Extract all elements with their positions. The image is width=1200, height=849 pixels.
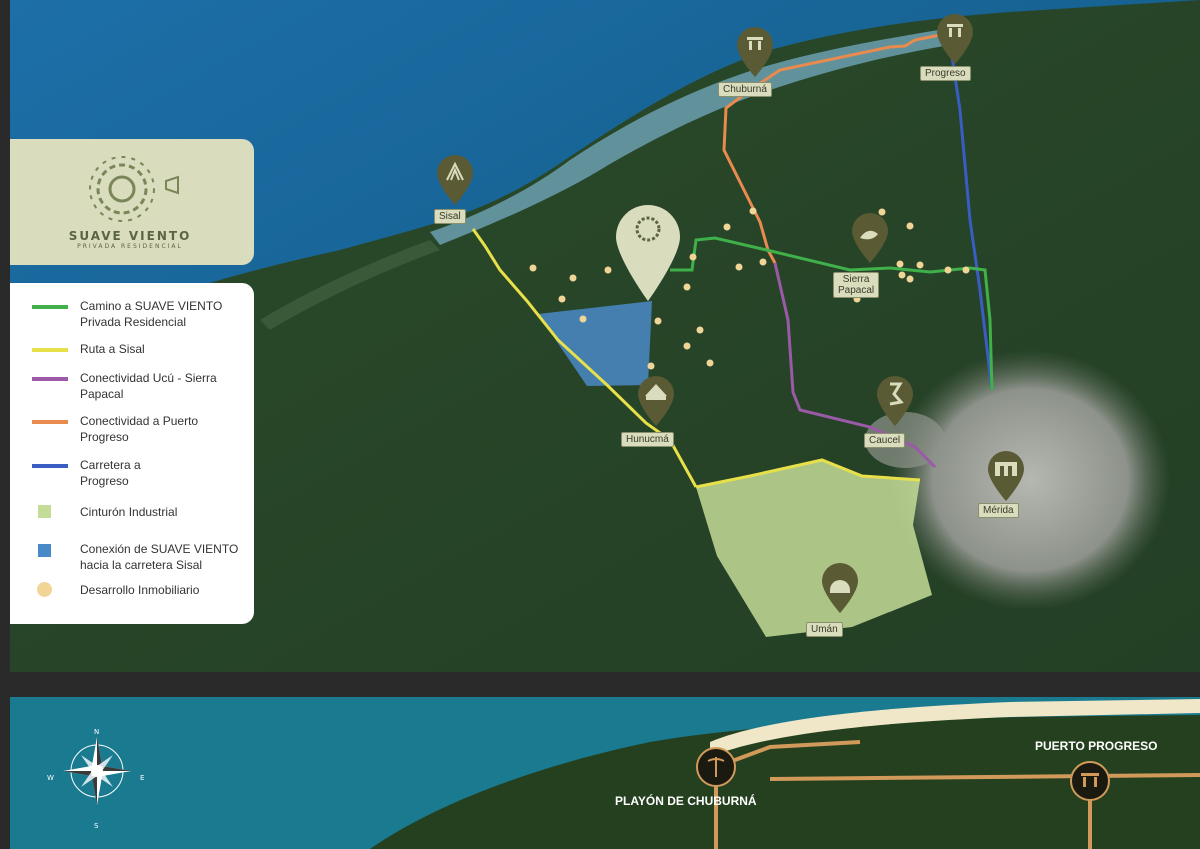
label-uman: Umán <box>806 622 843 637</box>
compass-south: S <box>94 822 99 830</box>
label-puerto-progreso: PUERTO PROGRESO <box>1035 739 1158 753</box>
label-progreso: Progreso <box>920 66 971 81</box>
legend-swatch <box>37 582 52 597</box>
label-chuburna: Chuburná <box>718 82 772 97</box>
illustrated-pin-puerto <box>1070 761 1110 801</box>
brand-card: SUAVE VIENTO PRIVADA RESIDENCIAL <box>10 139 254 265</box>
label-hunucma: Hunucmá <box>621 432 674 447</box>
label-playon-chuburna: PLAYÓN DE CHUBURNÁ <box>615 794 757 808</box>
legend-swatch <box>32 420 68 424</box>
compass-east: E <box>140 774 145 782</box>
legend-label: Conexión de SUAVE VIENTO hacia la carret… <box>80 542 239 572</box>
legend-label: Camino a SUAVE VIENTO Privada Residencia… <box>80 299 223 329</box>
label-caucel: Caucel <box>864 433 906 448</box>
legend-swatch <box>32 464 68 468</box>
legend-label: Desarrollo Inmobiliario <box>80 583 200 597</box>
brand-logo-icon <box>89 156 179 222</box>
compass-north: N <box>94 728 100 736</box>
legend-label: Cinturón Industrial <box>80 505 178 519</box>
legend-label: Ruta a Sisal <box>80 342 145 356</box>
legend-swatch <box>32 348 68 352</box>
legend-swatch <box>32 377 68 381</box>
map-legend: Camino a SUAVE VIENTO Privada Residencia… <box>10 283 254 624</box>
compass-west: W <box>47 774 54 782</box>
legend-swatch <box>38 505 51 518</box>
illustrated-map[interactable] <box>10 697 1200 849</box>
legend-label: Conectividad a Puerto Progreso <box>80 414 199 444</box>
brand-tagline: PRIVADA RESIDENCIAL <box>77 243 183 250</box>
legend-swatch <box>38 544 51 557</box>
label-sierra-papacal: Sierra Papacal <box>833 272 880 298</box>
legend-label: Carretera a Progreso <box>80 458 141 488</box>
illustrated-map-canvas <box>10 697 1200 849</box>
label-sisal: Sisal <box>434 209 466 224</box>
merida-city <box>890 350 1170 610</box>
legend-label: Conectividad Ucú - Sierra Papacal <box>80 371 217 401</box>
legend-swatch <box>32 305 68 309</box>
label-merida: Mérida <box>978 503 1019 518</box>
illustrated-pin-playon <box>696 747 736 787</box>
brand-name: SUAVE VIENTO <box>68 229 192 243</box>
